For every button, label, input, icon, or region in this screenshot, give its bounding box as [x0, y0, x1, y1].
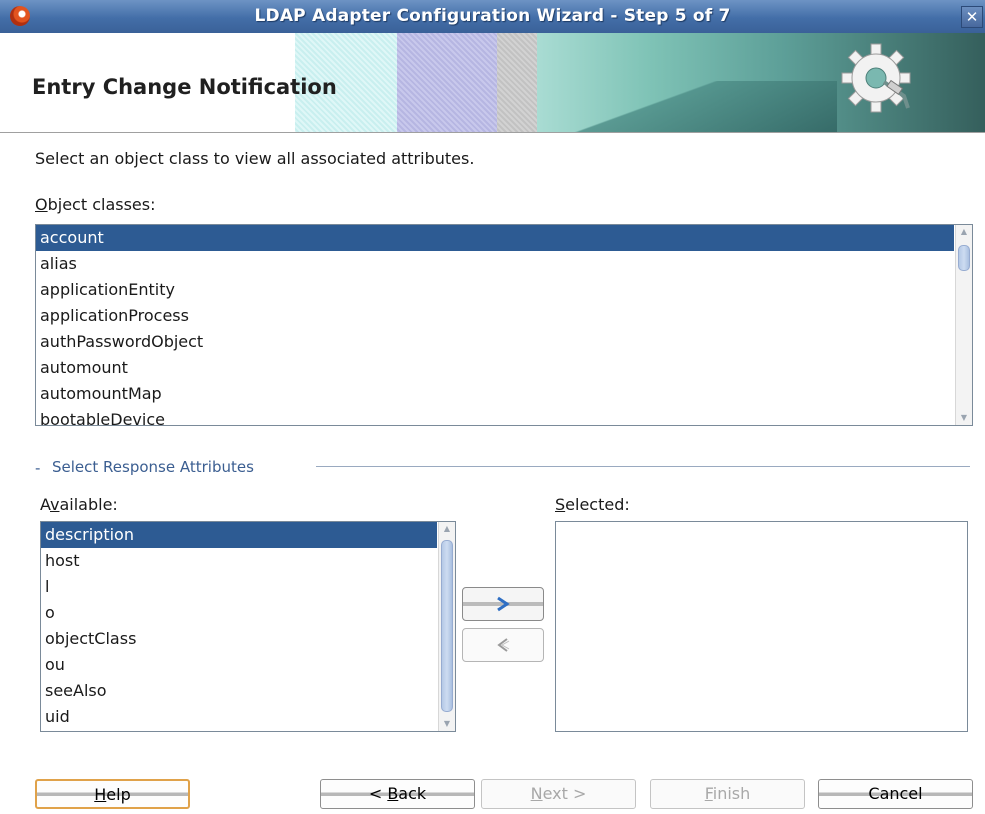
instruction-text: Select an object class to view all assoc… — [35, 149, 475, 168]
list-item[interactable]: objectClass — [41, 626, 437, 652]
list-item[interactable]: description — [41, 522, 437, 548]
scroll-down-icon[interactable]: ▼ — [956, 411, 972, 425]
available-attributes-list[interactable]: description host l o objectClass ou seeA… — [40, 521, 456, 732]
cancel-button[interactable]: Cancel — [818, 779, 973, 809]
object-classes-list[interactable]: account alias applicationEntity applicat… — [35, 224, 973, 426]
header-banner: Entry Change Notification — [0, 33, 985, 133]
list-item[interactable]: automount — [36, 355, 954, 381]
chevron-right-icon — [497, 596, 510, 612]
available-label: Available: — [40, 495, 118, 514]
list-item[interactable]: ou — [41, 652, 437, 678]
object-classes-label: Object classes: — [35, 195, 156, 214]
list-item[interactable]: uid — [41, 704, 437, 730]
list-item[interactable]: l — [41, 574, 437, 600]
list-item[interactable]: account — [36, 225, 954, 251]
wizard-window: LDAP Adapter Configuration Wizard - Step… — [0, 0, 985, 814]
object-classes-scrollbar[interactable]: ▲ ▼ — [955, 225, 972, 425]
group-collapse-icon[interactable]: - — [35, 459, 40, 477]
next-button[interactable]: Next > — [481, 779, 636, 809]
scroll-thumb[interactable] — [441, 540, 453, 712]
selected-label: Selected: — [555, 495, 630, 514]
response-attributes-group-title: Select Response Attributes — [52, 458, 254, 476]
close-icon: ✕ — [965, 8, 979, 26]
header-divider — [0, 132, 985, 133]
available-scrollbar[interactable]: ▲ ▼ — [438, 522, 455, 731]
scroll-up-icon[interactable]: ▲ — [439, 522, 455, 536]
finish-button[interactable]: Finish — [650, 779, 805, 809]
chevron-left-icon — [497, 638, 510, 652]
selected-attributes-list[interactable] — [555, 521, 968, 732]
scroll-down-icon[interactable]: ▼ — [439, 717, 455, 731]
list-item[interactable]: alias — [36, 251, 954, 277]
back-button[interactable]: < Back — [320, 779, 475, 809]
list-item[interactable]: applicationProcess — [36, 303, 954, 329]
list-item[interactable]: automountMap — [36, 381, 954, 407]
banner-graphic — [295, 33, 985, 133]
list-item[interactable]: bootableDevice — [36, 407, 954, 425]
add-attribute-button[interactable] — [462, 587, 544, 621]
scroll-up-icon[interactable]: ▲ — [956, 225, 972, 239]
list-item[interactable]: host — [41, 548, 437, 574]
list-item[interactable]: o — [41, 600, 437, 626]
close-button[interactable]: ✕ — [961, 6, 983, 28]
group-divider — [316, 466, 970, 467]
help-button[interactable]: Help — [35, 779, 190, 809]
list-item[interactable]: seeAlso — [41, 678, 437, 704]
list-item[interactable]: applicationEntity — [36, 277, 954, 303]
gear-plug-icon — [841, 43, 911, 113]
title-bar[interactable]: LDAP Adapter Configuration Wizard - Step… — [0, 0, 985, 33]
page-title: Entry Change Notification — [32, 75, 337, 99]
scroll-thumb[interactable] — [958, 245, 970, 271]
window-title: LDAP Adapter Configuration Wizard - Step… — [254, 6, 731, 26]
remove-attribute-button[interactable] — [462, 628, 544, 662]
list-item[interactable]: authPasswordObject — [36, 329, 954, 355]
